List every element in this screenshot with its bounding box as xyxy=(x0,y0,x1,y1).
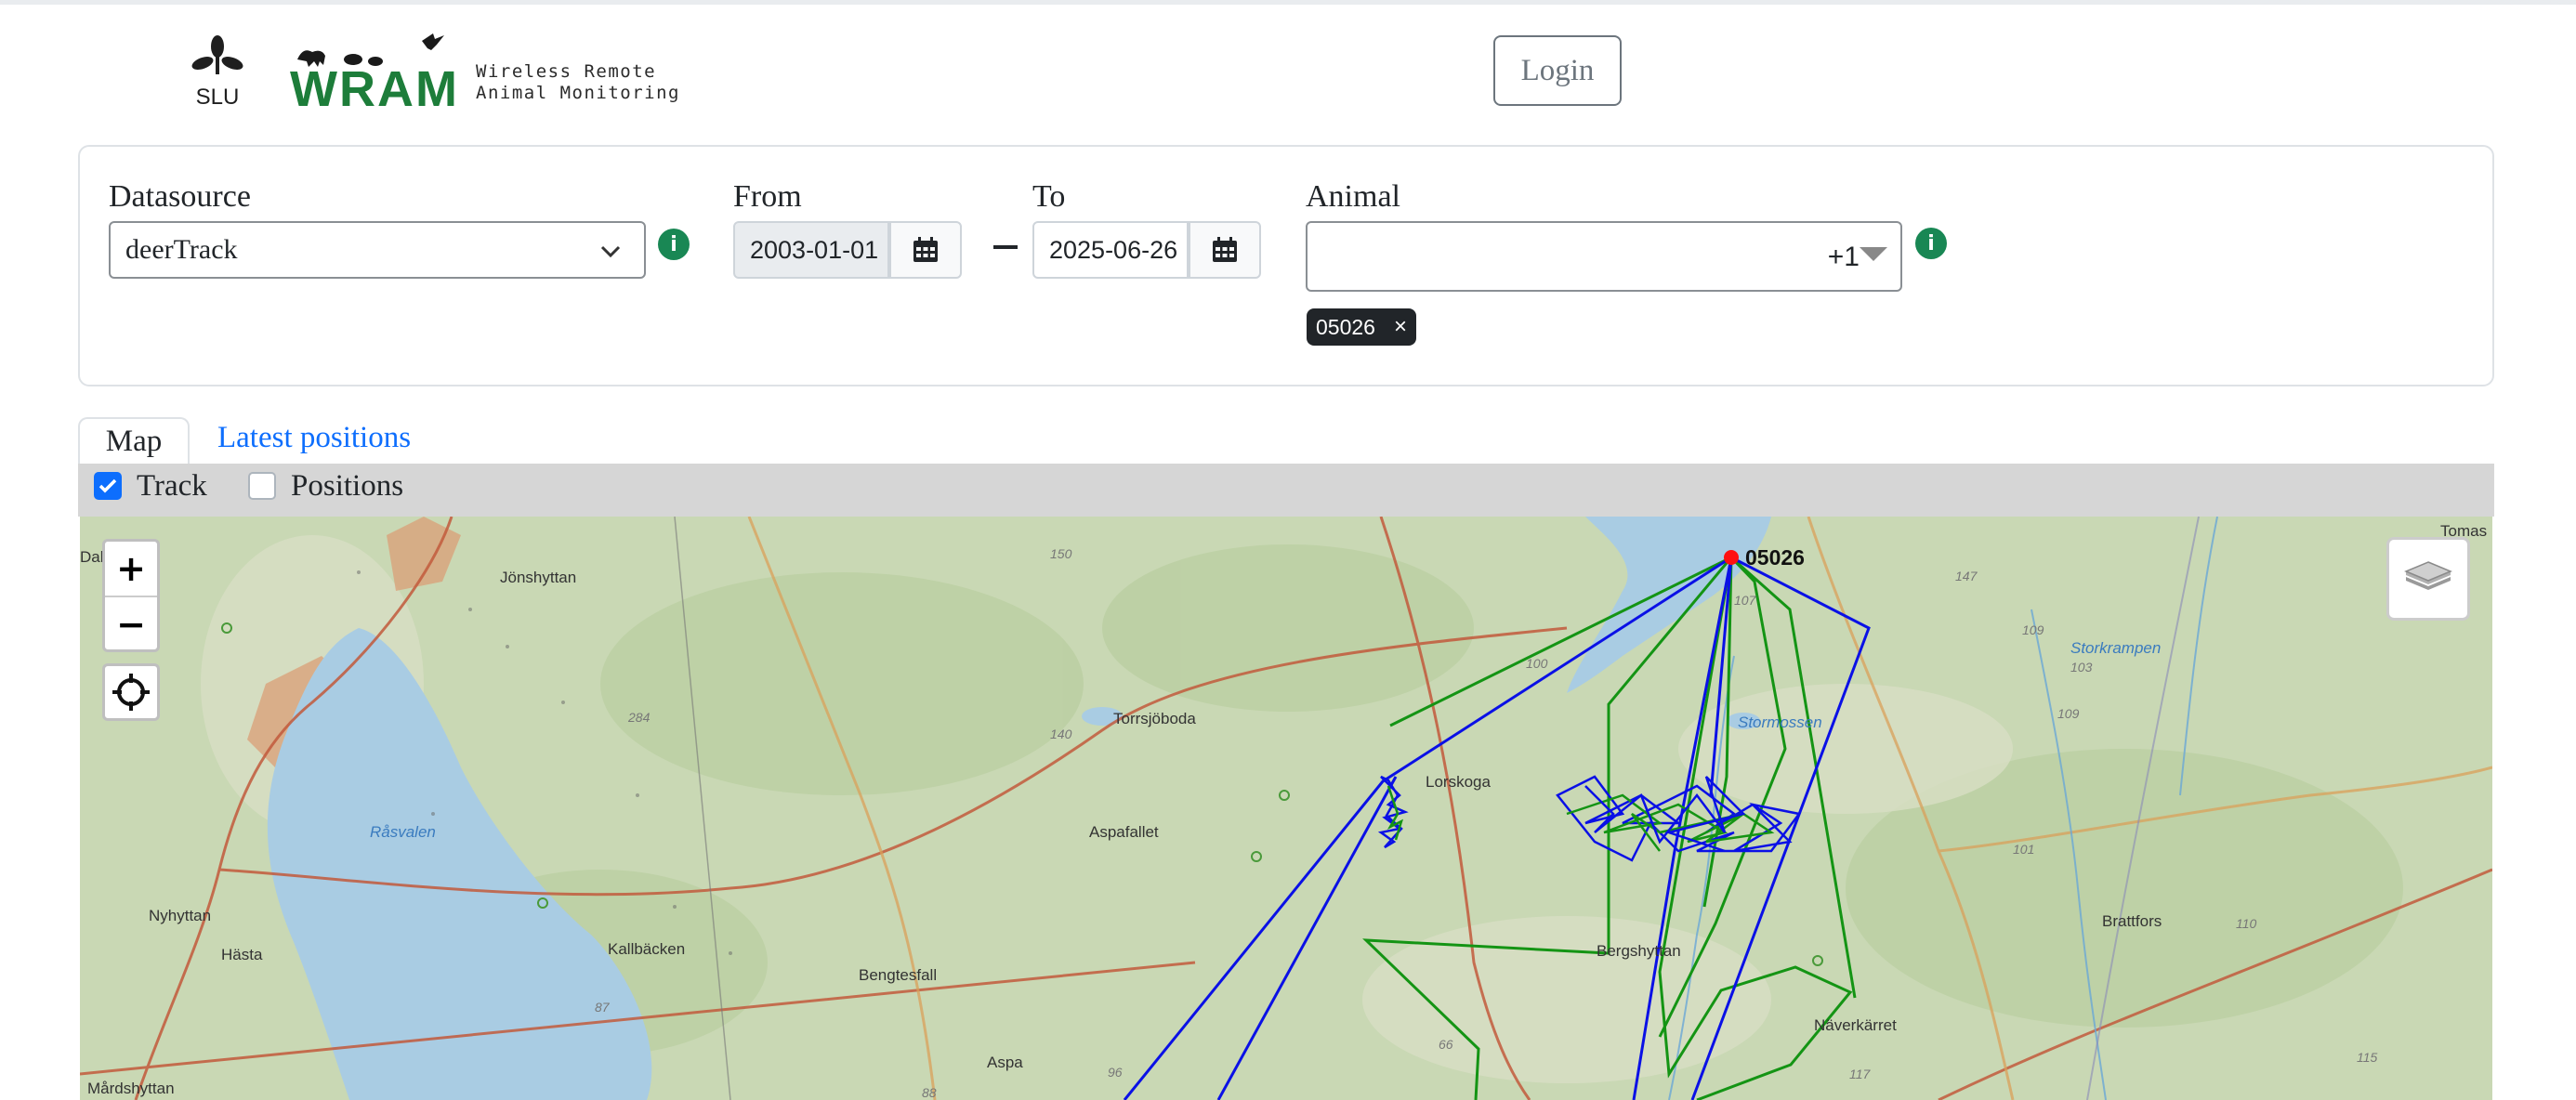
checkmark-icon xyxy=(99,478,117,493)
place-label: Aspafallet xyxy=(1089,823,1159,841)
place-label: Jönshyttan xyxy=(500,569,577,586)
elevation-label: 110 xyxy=(2236,916,2257,931)
calendar-icon xyxy=(1213,237,1237,262)
elevation-label: 100 xyxy=(1526,656,1548,671)
tab-latest-positions[interactable]: Latest positions xyxy=(217,421,411,455)
from-date-input[interactable]: 2003-01-01 xyxy=(733,221,889,279)
zoom-out-button[interactable]: − xyxy=(105,597,157,651)
crosshair-icon xyxy=(112,674,150,711)
place-label: Nyhyttan xyxy=(149,907,212,924)
elevation-label: 115 xyxy=(2357,1050,2378,1065)
place-label: Bengtesfall xyxy=(859,966,938,984)
to-date-input[interactable]: 2025-06-26 xyxy=(1032,221,1189,279)
lake-label: Storkrampen xyxy=(2070,639,2162,657)
animal-multiselect[interactable]: +1 xyxy=(1306,221,1902,292)
slu-logo-text: SLU xyxy=(196,85,240,108)
map-view[interactable]: Jönshyttan Torrsjöboda Aspafallet Bengte… xyxy=(80,517,2492,1100)
from-calendar-button[interactable] xyxy=(889,221,962,279)
elevation-label: 109 xyxy=(2022,622,2044,637)
date-range-separator xyxy=(993,245,1018,249)
wram-logo: WRAM xyxy=(290,33,457,111)
elevation-label: 103 xyxy=(2070,660,2093,674)
tab-map[interactable]: Map xyxy=(78,417,190,464)
selected-animal-chip: 05026 × xyxy=(1307,308,1416,346)
chip-label: 05026 xyxy=(1316,314,1375,339)
to-date-value: 2025-06-26 xyxy=(1049,235,1178,264)
elevation-label: 117 xyxy=(1849,1067,1871,1081)
elevation-label: 88 xyxy=(922,1085,937,1100)
animal-marker-label: 05026 xyxy=(1745,545,1805,570)
datasource-value: deerTrack xyxy=(125,234,238,265)
datasource-select[interactable]: deerTrack xyxy=(109,221,646,279)
lake-label: Stormossen xyxy=(1738,714,1822,731)
login-button[interactable]: Login xyxy=(1493,35,1622,106)
positions-checkbox[interactable] xyxy=(248,472,276,500)
track-checkbox[interactable] xyxy=(94,472,122,500)
elevation-label: 107 xyxy=(1734,593,1756,608)
to-calendar-button[interactable] xyxy=(1189,221,1261,279)
caret-down-icon xyxy=(1860,247,1887,261)
place-label: Torrsjöboda xyxy=(1113,710,1196,727)
chevron-down-icon xyxy=(600,245,621,258)
from-label: From xyxy=(733,179,802,214)
elevation-label: 101 xyxy=(2013,842,2035,857)
top-border xyxy=(0,0,2576,5)
calendar-icon xyxy=(913,237,938,262)
place-label: Kallbäcken xyxy=(608,940,686,958)
elevation-label: 87 xyxy=(595,1000,610,1015)
elevation-label: 147 xyxy=(1955,569,1978,583)
place-label: Mårdshyttan xyxy=(87,1080,175,1097)
wram-logo-text: WRAM xyxy=(290,61,457,111)
place-label: Lorskoga xyxy=(1426,773,1491,791)
zoom-control: + − xyxy=(102,539,160,652)
track-label: Track xyxy=(137,469,207,503)
animal-label: Animal xyxy=(1306,179,1400,214)
datasource-label: Datasource xyxy=(109,179,251,214)
place-label: Aspa xyxy=(987,1054,1023,1071)
positions-label: Positions xyxy=(291,469,404,503)
logo-subtitle: Wireless Remote Animal Monitoring xyxy=(476,61,680,104)
animal-more-count: +1 xyxy=(1827,242,1860,272)
elevation-label: 66 xyxy=(1439,1037,1453,1052)
place-label: Dal xyxy=(80,548,104,566)
place-label: Bergshyttan xyxy=(1597,942,1681,960)
elevation-label: 284 xyxy=(628,710,651,725)
datasource-info-icon[interactable]: i xyxy=(658,229,690,260)
layers-button[interactable] xyxy=(2386,537,2470,621)
elevation-label: 150 xyxy=(1050,546,1072,561)
from-date-value: 2003-01-01 xyxy=(750,235,879,264)
map-layer-toggle-bar xyxy=(78,464,2494,517)
lake-label: Råsvalen xyxy=(370,823,436,841)
zoom-in-button[interactable]: + xyxy=(105,542,157,597)
elevation-label: 109 xyxy=(2057,706,2080,721)
map-base-layer xyxy=(80,517,2492,1100)
to-label: To xyxy=(1032,179,1066,214)
elevation-label: 140 xyxy=(1050,727,1072,741)
logo-subtitle-line2: Animal Monitoring xyxy=(476,83,680,103)
logo-subtitle-line1: Wireless Remote xyxy=(476,61,657,82)
place-label: Hästa xyxy=(221,946,263,963)
elevation-label: 96 xyxy=(1108,1065,1123,1080)
slu-logo: SLU xyxy=(191,35,243,108)
layers-icon xyxy=(2404,561,2452,590)
place-label: Brattfors xyxy=(2102,912,2162,930)
chip-remove-icon[interactable]: × xyxy=(1394,314,1407,340)
locate-button[interactable] xyxy=(102,663,160,721)
place-label: Näverkärret xyxy=(1814,1016,1897,1034)
animal-info-icon[interactable]: i xyxy=(1915,228,1947,259)
